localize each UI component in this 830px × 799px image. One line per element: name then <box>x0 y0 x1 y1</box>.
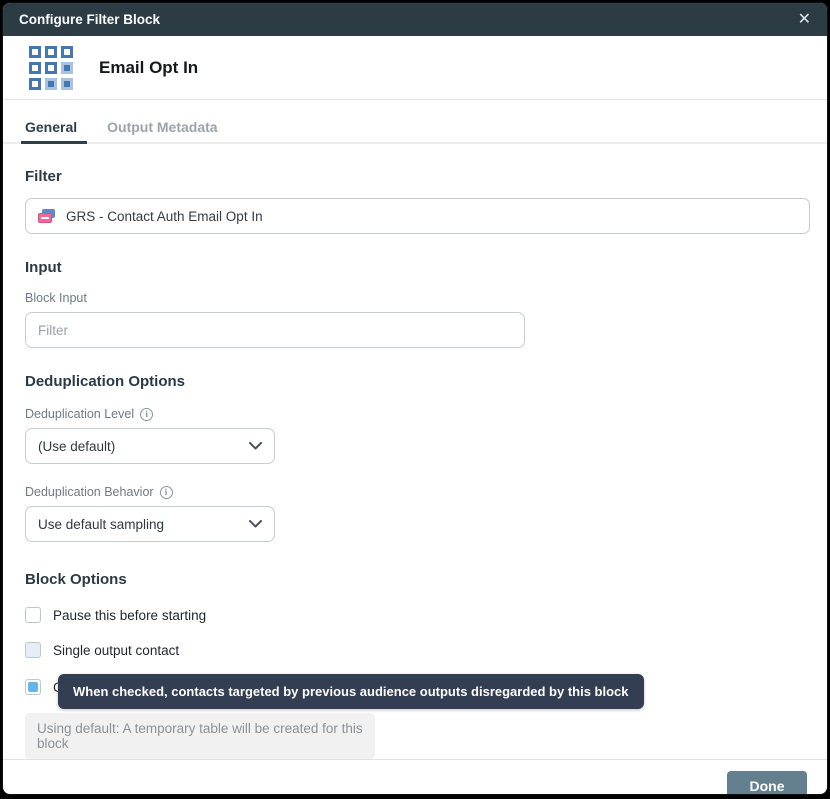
tab-general[interactable]: General <box>25 119 77 144</box>
block-input-label: Block Input <box>25 291 805 305</box>
pause-checkbox[interactable] <box>25 607 41 623</box>
block-options-heading: Block Options <box>25 571 805 588</box>
chevron-down-icon <box>249 442 262 450</box>
single-output-checkbox-label: Single output contact <box>53 643 179 658</box>
single-output-option-row: Single output contact <box>25 642 805 658</box>
dialog-content: Filter GRS - Contact Auth Email Opt In I… <box>3 144 827 759</box>
configure-filter-block-dialog: Configure Filter Block ✕ Email Opt In Ge… <box>2 2 828 795</box>
dedup-behavior-select[interactable]: Use default sampling <box>25 506 275 542</box>
input-section-heading: Input <box>25 259 805 276</box>
tab-output-metadata[interactable]: Output Metadata <box>107 119 217 144</box>
done-button[interactable]: Done <box>727 771 807 796</box>
grid-blocks-icon <box>29 46 73 90</box>
tab-bar: General Output Metadata <box>3 100 827 144</box>
dedup-level-label-text: Deduplication Level <box>25 407 134 421</box>
dialog-titlebar: Configure Filter Block ✕ <box>3 3 827 36</box>
third-option-checkbox[interactable] <box>25 679 41 695</box>
single-output-checkbox[interactable] <box>25 642 41 658</box>
block-header: Email Opt In <box>3 36 827 100</box>
dedup-behavior-label-text: Deduplication Behavior <box>25 485 154 499</box>
block-title: Email Opt In <box>99 58 198 78</box>
third-option-row-wrap: C When checked, contacts targeted by pre… <box>25 679 805 695</box>
filter-select-field[interactable]: GRS - Contact Auth Email Opt In <box>25 198 810 234</box>
dedup-level-value: (Use default) <box>38 439 115 454</box>
dedup-level-select[interactable]: (Use default) <box>25 428 275 464</box>
dialog-footer: Done <box>3 759 827 795</box>
filter-section-heading: Filter <box>25 168 805 185</box>
pause-option-row: Pause this before starting <box>25 607 805 623</box>
dedup-behavior-label: Deduplication Behavior i <box>25 485 805 499</box>
checkbox-tooltip: When checked, contacts targeted by previ… <box>58 674 644 709</box>
dialog-title: Configure Filter Block <box>19 12 160 27</box>
dedup-behavior-value: Use default sampling <box>38 517 164 532</box>
info-icon[interactable]: i <box>140 408 153 421</box>
dedup-section-heading: Deduplication Options <box>25 373 805 390</box>
block-input-field[interactable] <box>25 312 525 348</box>
close-icon[interactable]: ✕ <box>798 12 811 28</box>
default-table-note: Using default: A temporary table will be… <box>25 713 375 759</box>
chevron-down-icon <box>249 520 262 528</box>
info-icon[interactable]: i <box>160 486 173 499</box>
pause-checkbox-label: Pause this before starting <box>53 608 206 623</box>
filter-cards-icon <box>38 209 56 224</box>
dedup-level-label: Deduplication Level i <box>25 407 805 421</box>
filter-selected-value: GRS - Contact Auth Email Opt In <box>66 209 263 224</box>
